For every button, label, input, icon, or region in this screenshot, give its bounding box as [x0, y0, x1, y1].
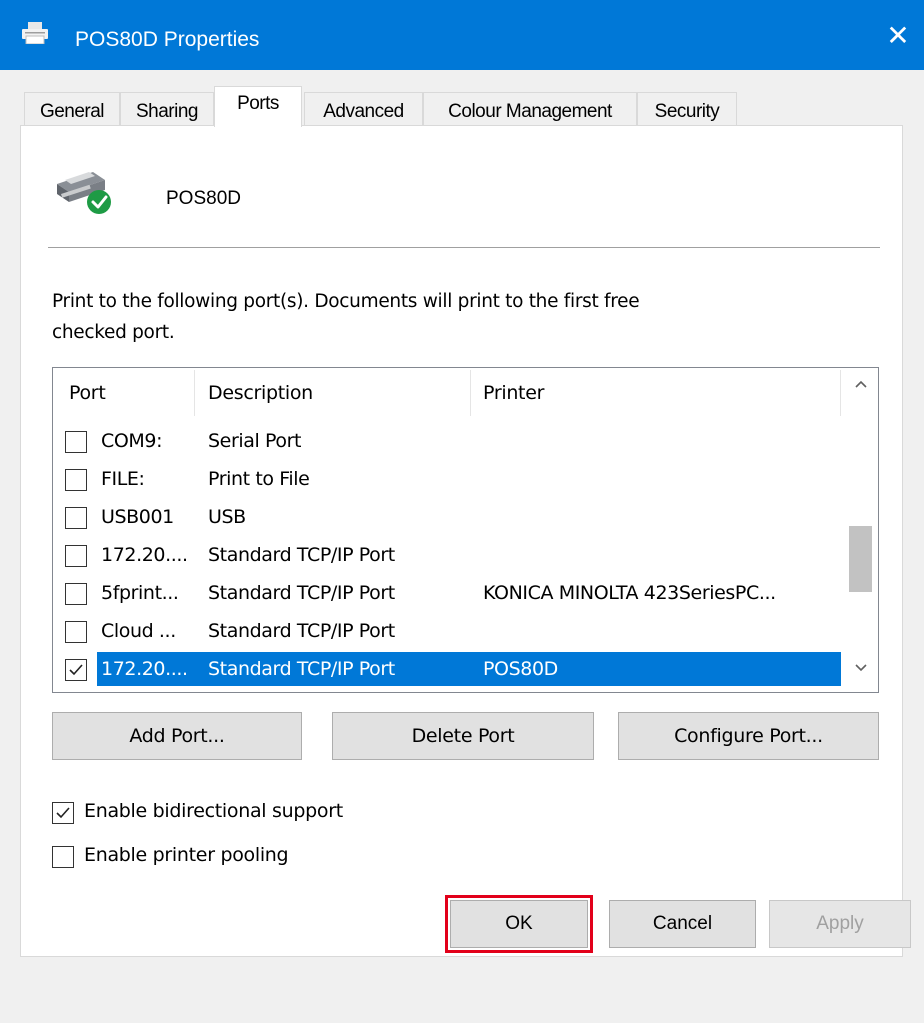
chevron-up-icon [854, 380, 867, 388]
port-checkbox[interactable] [65, 621, 87, 643]
tab-advanced[interactable]: Advanced [304, 92, 423, 126]
port-name: COM9: [101, 430, 163, 452]
cancel-button[interactable]: Cancel [609, 900, 756, 948]
port-description: Print to File [208, 468, 310, 490]
port-description: Standard TCP/IP Port [208, 582, 395, 604]
printer-ready-icon [57, 172, 111, 214]
port-description: USB [208, 506, 246, 528]
port-checkbox[interactable] [65, 659, 87, 681]
port-checkbox[interactable] [65, 507, 87, 529]
dialog-body: General Sharing Ports Advanced Colour Ma… [0, 70, 924, 1023]
printer-icon [22, 22, 48, 44]
add-port-button[interactable]: Add Port... [52, 712, 302, 760]
apply-button[interactable]: Apply [769, 900, 911, 948]
port-name: 172.20.... [101, 658, 188, 680]
title-bar: POS80D Properties ✕ [0, 0, 924, 70]
column-header-port[interactable]: Port [53, 368, 195, 420]
printer-name: POS80D [166, 188, 241, 209]
port-name: USB001 [101, 506, 174, 528]
tab-strip: General Sharing Ports Advanced Colour Ma… [0, 86, 924, 127]
port-checkbox[interactable] [65, 583, 87, 605]
tab-sharing[interactable]: Sharing [120, 92, 214, 126]
chevron-down-icon [854, 664, 867, 672]
separator [48, 247, 880, 248]
port-name: 172.20.... [101, 544, 188, 566]
port-name: Cloud ... [101, 620, 176, 642]
window-title: POS80D Properties [75, 28, 260, 51]
port-name: FILE: [101, 468, 145, 490]
port-instructions: Print to the following port(s). Document… [52, 286, 852, 348]
port-list[interactable]: Port Description Printer COM9: Serial Po… [52, 367, 879, 693]
checkmark-icon [69, 664, 83, 676]
port-checkbox[interactable] [65, 431, 87, 453]
port-name: 5fprint... [101, 582, 179, 604]
column-header-description[interactable]: Description [195, 368, 471, 420]
instructions-line-2: checked port. [52, 322, 175, 343]
instructions-line-1: Print to the following port(s). Document… [52, 291, 640, 312]
scroll-up-button[interactable] [843, 376, 878, 406]
bidirectional-support-option[interactable]: Enable bidirectional support [52, 800, 452, 828]
port-description: Serial Port [208, 430, 302, 452]
list-item[interactable]: FILE: Print to File [53, 460, 843, 498]
port-checkbox[interactable] [65, 545, 87, 567]
printer-pooling-label: Enable printer pooling [84, 844, 289, 866]
bidirectional-support-checkbox[interactable] [52, 802, 74, 824]
list-item[interactable]: COM9: Serial Port [53, 422, 843, 460]
bidirectional-support-label: Enable bidirectional support [84, 800, 343, 822]
configure-port-button[interactable]: Configure Port... [618, 712, 879, 760]
tab-security[interactable]: Security [637, 92, 737, 126]
port-description: Standard TCP/IP Port [208, 658, 395, 680]
port-checkbox[interactable] [65, 469, 87, 491]
close-icon: ✕ [886, 20, 910, 51]
list-header: Port Description Printer [53, 368, 843, 420]
tab-colour-management[interactable]: Colour Management [423, 92, 637, 126]
checkmark-icon [56, 807, 70, 819]
printer-pooling-option[interactable]: Enable printer pooling [52, 844, 452, 872]
delete-port-button[interactable]: Delete Port [332, 712, 594, 760]
port-printer: POS80D [483, 658, 558, 680]
scroll-down-button[interactable] [843, 660, 878, 690]
list-item[interactable]: 5fprint... Standard TCP/IP Port KONICA M… [53, 574, 843, 612]
port-description: Standard TCP/IP Port [208, 544, 395, 566]
close-button[interactable]: ✕ [880, 18, 916, 54]
tab-ports[interactable]: Ports [214, 86, 302, 127]
scrollbar-thumb[interactable] [849, 526, 872, 592]
list-item[interactable]: 172.20.... Standard TCP/IP Port [53, 536, 843, 574]
vertical-scrollbar[interactable] [843, 368, 878, 692]
printer-pooling-checkbox[interactable] [52, 846, 74, 868]
column-header-printer[interactable]: Printer [471, 368, 841, 420]
ok-button[interactable]: OK [450, 900, 588, 948]
list-item-selected[interactable]: 172.20.... Standard TCP/IP Port POS80D [53, 650, 843, 688]
port-description: Standard TCP/IP Port [208, 620, 395, 642]
ports-panel: POS80D Print to the following port(s). D… [20, 125, 903, 957]
list-item[interactable]: Cloud ... Standard TCP/IP Port [53, 612, 843, 650]
list-item[interactable]: USB001 USB [53, 498, 843, 536]
tab-general[interactable]: General [24, 92, 120, 126]
port-printer: KONICA MINOLTA 423SeriesPC... [483, 582, 776, 604]
